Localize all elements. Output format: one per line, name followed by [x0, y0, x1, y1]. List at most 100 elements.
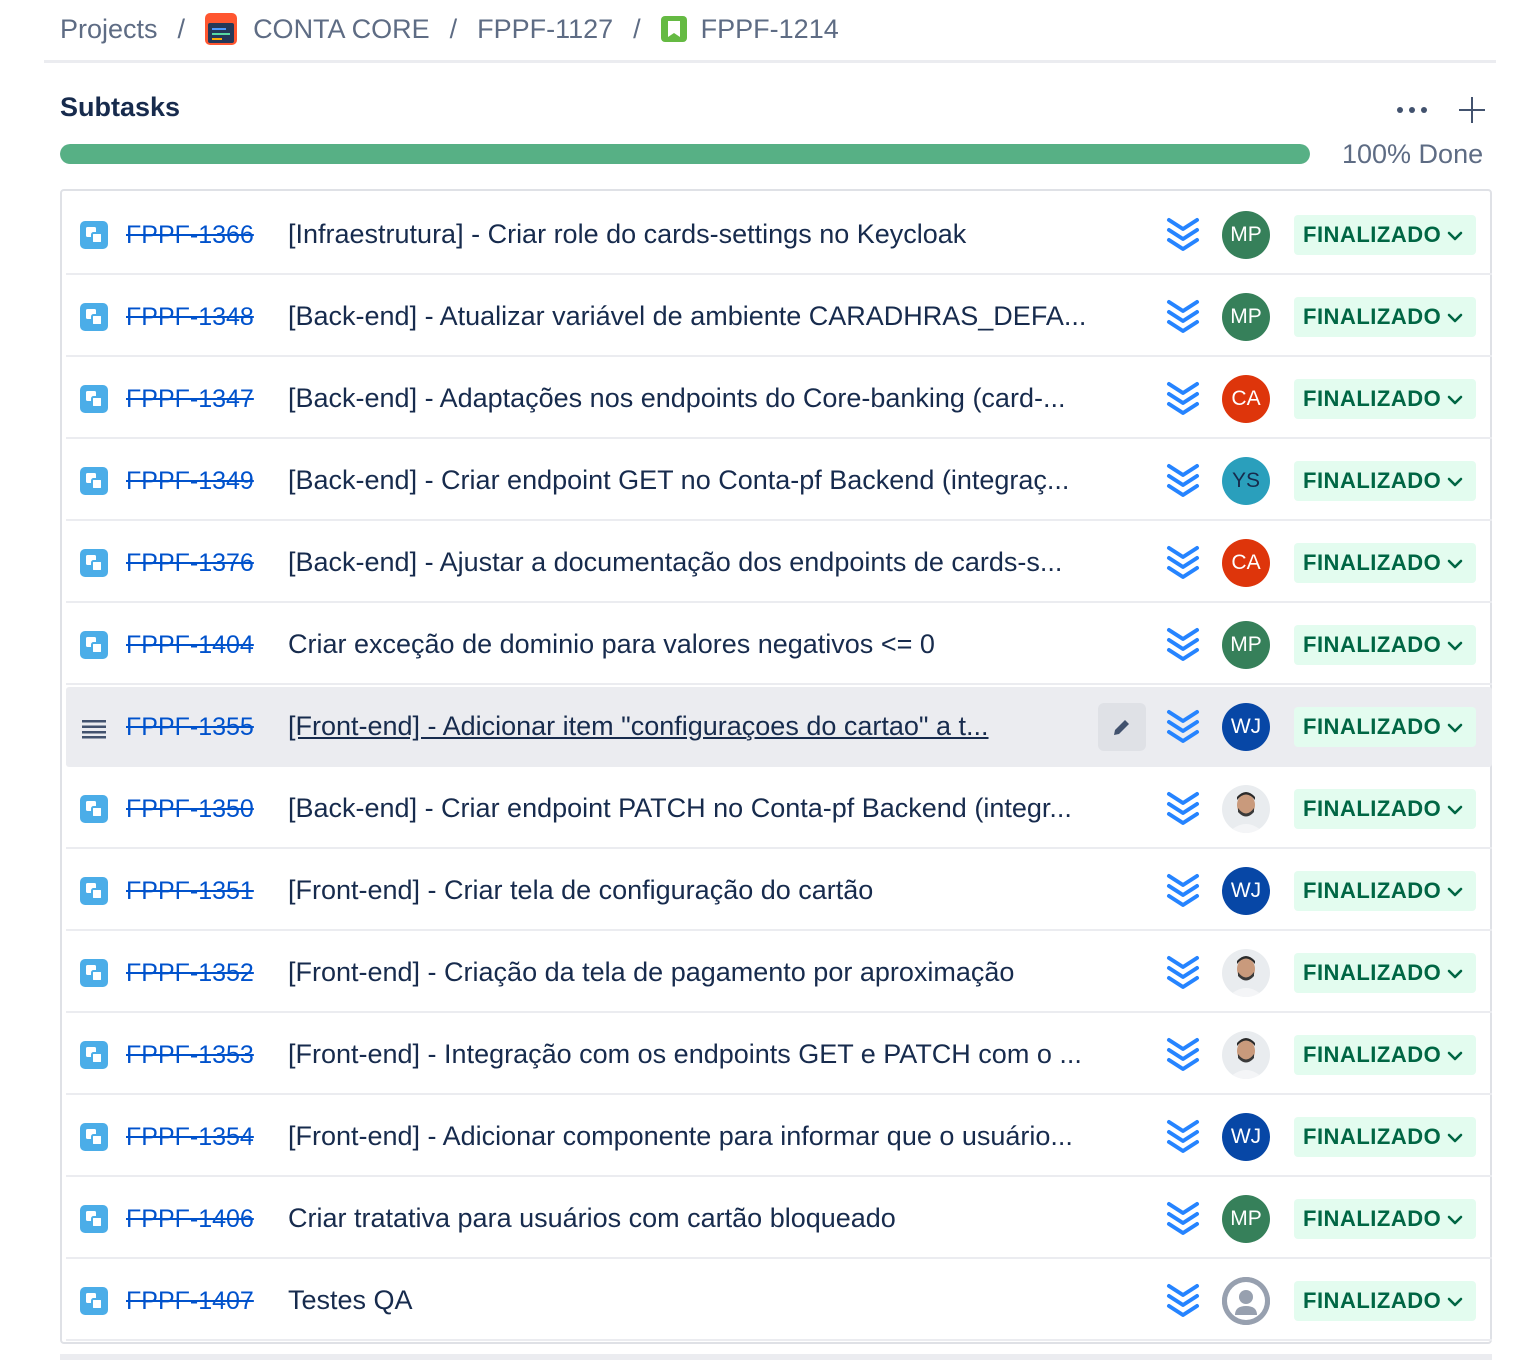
lowest-priority-icon[interactable]	[1166, 627, 1200, 663]
issue-key-link[interactable]: FPPF-1376	[126, 545, 254, 581]
issue-key-link[interactable]: FPPF-1350	[126, 791, 254, 827]
breadcrumb-project[interactable]: CONTA CORE	[205, 13, 430, 45]
lowest-priority-icon[interactable]	[1166, 955, 1200, 991]
lowest-priority-icon[interactable]	[1166, 873, 1200, 909]
issue-key-link[interactable]: FPPF-1349	[126, 463, 254, 499]
status-dropdown[interactable]: FINALIZADO	[1294, 1281, 1476, 1321]
issue-summary[interactable]: [Front-end] - Integração com os endpoint…	[288, 1035, 1144, 1073]
lowest-priority-icon[interactable]	[1166, 791, 1200, 827]
subtask-row[interactable]: FPPF-1349 [Back-end] - Criar endpoint GET…	[66, 441, 1492, 521]
issue-summary[interactable]: Testes QA	[288, 1281, 1144, 1319]
issue-summary[interactable]: [Front-end] - Adicionar item "configuraç…	[288, 707, 1068, 745]
issue-key-link[interactable]: FPPF-1404	[126, 627, 254, 663]
lowest-priority-icon[interactable]	[1166, 709, 1200, 745]
issue-key-link[interactable]: FPPF-1354	[126, 1119, 254, 1155]
subtask-row[interactable]: FPPF-1366 [Infraestrutura] - Criar role d…	[66, 195, 1492, 275]
assignee-avatar[interactable]	[1222, 1031, 1270, 1079]
subtask-row[interactable]: FPPF-1347 [Back-end] - Adaptações nos end…	[66, 359, 1492, 439]
subtask-icon	[80, 221, 108, 249]
edit-summary-button[interactable]	[1098, 703, 1146, 751]
status-dropdown[interactable]: FINALIZADO	[1294, 953, 1476, 993]
issue-summary[interactable]: Criar exceção de dominio para valores ne…	[288, 625, 1144, 663]
subtask-row[interactable]: FPPF-1406 Criar tratativa para usuários c…	[66, 1179, 1492, 1259]
status-dropdown[interactable]: FINALIZADO	[1294, 871, 1476, 911]
lowest-priority-icon[interactable]	[1166, 217, 1200, 253]
add-subtask-button[interactable]	[1456, 94, 1488, 126]
assignee-avatar[interactable]: WJ	[1222, 1113, 1270, 1161]
assignee-avatar[interactable]	[1222, 949, 1270, 997]
status-dropdown[interactable]: FINALIZADO	[1294, 625, 1476, 665]
subtask-row[interactable]: FPPF-1404 Criar exceção de dominio para v…	[66, 605, 1492, 685]
issue-key-link[interactable]: FPPF-1348	[126, 299, 254, 335]
issue-summary[interactable]: [Back-end] - Criar endpoint PATCH no Con…	[288, 789, 1144, 827]
breadcrumb-projects[interactable]: Projects	[60, 14, 158, 45]
issue-summary[interactable]: [Back-end] - Ajustar a documentação dos …	[288, 543, 1144, 581]
issue-key-link[interactable]: FPPF-1351	[126, 873, 254, 909]
issue-summary[interactable]: [Back-end] - Atualizar variável de ambie…	[288, 297, 1144, 335]
subtask-icon	[80, 631, 108, 659]
status-dropdown[interactable]: FINALIZADO	[1294, 707, 1476, 747]
subtask-row[interactable]: FPPF-1352 [Front-end] - Criação da tela d…	[66, 933, 1492, 1013]
issue-summary[interactable]: [Front-end] - Criar tela de configuração…	[288, 871, 1144, 909]
status-dropdown[interactable]: FINALIZADO	[1294, 1035, 1476, 1075]
lowest-priority-icon[interactable]	[1166, 545, 1200, 581]
status-dropdown[interactable]: FINALIZADO	[1294, 543, 1476, 583]
issue-summary[interactable]: [Front-end] - Adicionar componente para …	[288, 1117, 1144, 1155]
more-options-button[interactable]	[1392, 94, 1432, 126]
breadcrumb-epic[interactable]: FPPF-1127	[477, 14, 613, 45]
issue-summary[interactable]: [Front-end] - Criação da tela de pagamen…	[288, 953, 1144, 991]
status-dropdown[interactable]: FINALIZADO	[1294, 1117, 1476, 1157]
issue-key-link[interactable]: FPPF-1347	[126, 381, 254, 417]
lowest-priority-icon[interactable]	[1166, 1201, 1200, 1237]
status-label: FINALIZADO	[1303, 714, 1442, 739]
lowest-priority-icon[interactable]	[1166, 1283, 1200, 1319]
status-dropdown[interactable]: FINALIZADO	[1294, 215, 1476, 255]
chevron-down-icon	[1447, 550, 1463, 576]
status-dropdown[interactable]: FINALIZADO	[1294, 461, 1476, 501]
lowest-priority-icon[interactable]	[1166, 299, 1200, 335]
subtask-row[interactable]: FPPF-1376 [Back-end] - Ajustar a document…	[66, 523, 1492, 603]
status-dropdown[interactable]: FINALIZADO	[1294, 789, 1476, 829]
assignee-avatar[interactable]: CA	[1222, 539, 1270, 587]
issue-key-link[interactable]: FPPF-1355	[126, 709, 254, 745]
assignee-avatar[interactable]: MP	[1222, 293, 1270, 341]
assignee-avatar[interactable]: YS	[1222, 457, 1270, 505]
subtask-row[interactable]: FPPF-1355 [Front-end] - Adicionar item "c…	[66, 687, 1492, 767]
subtask-icon	[80, 959, 108, 987]
assignee-avatar[interactable]: CA	[1222, 375, 1270, 423]
issue-summary[interactable]: Criar tratativa para usuários com cartão…	[288, 1199, 1144, 1237]
issue-key-link[interactable]: FPPF-1406	[126, 1201, 254, 1237]
lowest-priority-icon[interactable]	[1166, 381, 1200, 417]
status-dropdown[interactable]: FINALIZADO	[1294, 379, 1476, 419]
assignee-avatar[interactable]: WJ	[1222, 867, 1270, 915]
issue-key-link[interactable]: FPPF-1407	[126, 1283, 254, 1319]
issue-summary[interactable]: [Back-end] - Criar endpoint GET no Conta…	[288, 461, 1144, 499]
issue-summary[interactable]: [Back-end] - Adaptações nos endpoints do…	[288, 379, 1144, 417]
issue-summary[interactable]: [Infraestrutura] - Criar role do cards-s…	[288, 215, 1144, 253]
status-dropdown[interactable]: FINALIZADO	[1294, 1199, 1476, 1239]
subtask-row[interactable]: FPPF-1407 Testes QA FINALIZADO	[66, 1261, 1492, 1341]
assignee-avatar[interactable]: MP	[1222, 621, 1270, 669]
assignee-avatar[interactable]: WJ	[1222, 703, 1270, 751]
lowest-priority-icon[interactable]	[1166, 463, 1200, 499]
chevron-down-icon	[1447, 1206, 1463, 1232]
subtask-row[interactable]: FPPF-1353 [Front-end] - Integração com os…	[66, 1015, 1492, 1095]
issue-key-link[interactable]: FPPF-1352	[126, 955, 254, 991]
assignee-avatar[interactable]: MP	[1222, 1195, 1270, 1243]
breadcrumb-story[interactable]: FPPF-1214	[660, 14, 839, 45]
assignee-avatar[interactable]	[1222, 1277, 1270, 1325]
subtask-row[interactable]: FPPF-1351 [Front-end] - Criar tela de con…	[66, 851, 1492, 931]
subtask-row[interactable]: FPPF-1348 [Back-end] - Atualizar variável…	[66, 277, 1492, 357]
subtask-row[interactable]: FPPF-1354 [Front-end] - Adicionar compone…	[66, 1097, 1492, 1177]
assignee-avatar[interactable]: MP	[1222, 211, 1270, 259]
issue-key-link[interactable]: FPPF-1353	[126, 1037, 254, 1073]
lowest-priority-icon[interactable]	[1166, 1119, 1200, 1155]
subtask-list: FPPF-1366 [Infraestrutura] - Criar role d…	[60, 189, 1492, 1344]
lowest-priority-icon[interactable]	[1166, 1037, 1200, 1073]
issue-key-link[interactable]: FPPF-1366	[126, 217, 254, 253]
status-dropdown[interactable]: FINALIZADO	[1294, 297, 1476, 337]
chevron-down-icon	[1447, 878, 1463, 904]
subtask-row[interactable]: FPPF-1350 [Back-end] - Criar endpoint PAT…	[66, 769, 1492, 849]
assignee-avatar[interactable]	[1222, 785, 1270, 833]
drag-handle-icon[interactable]	[80, 713, 108, 741]
